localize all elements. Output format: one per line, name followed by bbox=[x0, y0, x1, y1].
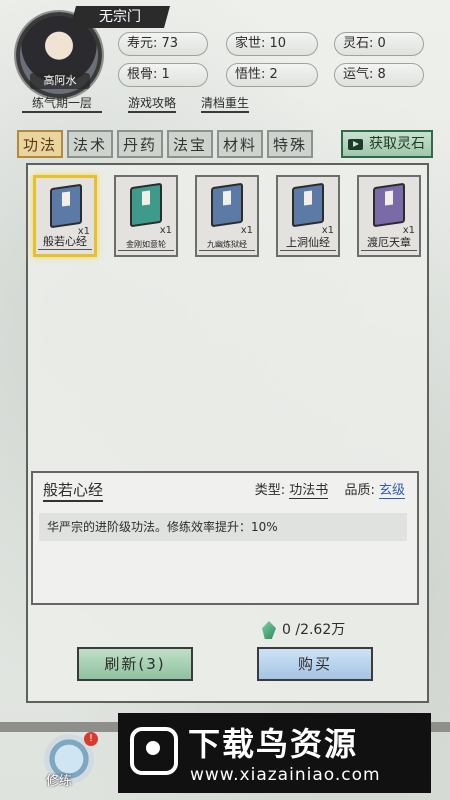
stat-bone: 根骨: 1 bbox=[118, 63, 208, 87]
video-icon bbox=[348, 139, 363, 150]
watermark-title: 下载鸟资源 bbox=[188, 725, 359, 763]
tab-fashu[interactable]: 法术 bbox=[67, 130, 113, 158]
stat-lifespan: 寿元: 73 bbox=[118, 32, 208, 56]
book-icon bbox=[292, 182, 324, 228]
item-slot[interactable]: x1 般若心经 bbox=[33, 175, 97, 257]
purchase-cost: 0 /2.62万 bbox=[262, 620, 345, 640]
stat-spirit-stones: 灵石: 0 bbox=[334, 32, 424, 56]
watermark: 下载鸟资源 www.xiazainiao.com bbox=[118, 713, 431, 793]
item-slot[interactable]: x1 上洞仙经 bbox=[276, 175, 340, 257]
tab-gongfa[interactable]: 功法 bbox=[17, 130, 63, 158]
refresh-button[interactable]: 刷新(3) bbox=[77, 647, 193, 681]
item-name: 渡厄天章 bbox=[361, 234, 417, 251]
item-name: 九幽炼狱经 bbox=[199, 239, 255, 251]
header: 无宗门 高阿水 练气期一层 寿元: 73 家世: 10 灵石: 0 根骨: 1 … bbox=[0, 0, 450, 120]
item-quantity: x1 bbox=[240, 225, 253, 236]
category-tabs: 功法 法术 丹药 法宝 材料 特殊 bbox=[17, 130, 313, 158]
quality-label: 品质: bbox=[344, 483, 375, 498]
item-quantity: x1 bbox=[159, 225, 172, 236]
tab-cailiao[interactable]: 材料 bbox=[217, 130, 263, 158]
player-name: 高阿水 bbox=[30, 73, 90, 89]
cost-value: 0 /2.62万 bbox=[282, 622, 346, 638]
reset-save-link[interactable]: 清档重生 bbox=[201, 94, 250, 113]
item-grid: x1 般若心经 x1 金刚如意轮 x1 九幽炼狱经 x1 上洞仙经 x1 渡厄天… bbox=[33, 175, 423, 263]
notification-badge: ! bbox=[84, 732, 98, 746]
item-name: 金刚如意轮 bbox=[118, 239, 174, 251]
tab-fabao[interactable]: 法宝 bbox=[167, 130, 213, 158]
spirit-stone-icon bbox=[262, 621, 276, 639]
sect-name: 无宗门 bbox=[70, 6, 170, 28]
item-name: 上洞仙经 bbox=[280, 234, 336, 251]
watermark-logo-icon bbox=[130, 727, 178, 775]
stat-family: 家世: 10 bbox=[226, 32, 318, 56]
type-value: 功法书 bbox=[289, 483, 329, 499]
book-icon bbox=[130, 182, 162, 228]
tab-teshu[interactable]: 特殊 bbox=[267, 130, 313, 158]
item-slot[interactable]: x1 九幽炼狱经 bbox=[195, 175, 259, 257]
tab-danyao[interactable]: 丹药 bbox=[117, 130, 163, 158]
game-guide-link[interactable]: 游戏攻略 bbox=[128, 94, 177, 113]
item-slot[interactable]: x1 金刚如意轮 bbox=[114, 175, 178, 257]
stat-comprehension: 悟性: 2 bbox=[226, 63, 318, 87]
stat-luck: 运气: 8 bbox=[334, 63, 424, 87]
detail-description: 华严宗的进阶级功法。修练效率提升：10% bbox=[39, 513, 407, 541]
item-slot[interactable]: x1 渡厄天章 bbox=[357, 175, 421, 257]
quality-value: 玄级 bbox=[378, 483, 405, 499]
item-name: 般若心经 bbox=[38, 233, 92, 250]
book-icon bbox=[50, 183, 82, 229]
item-detail-panel: 般若心经 类型: 功法书 品质: 玄级 华严宗的进阶级功法。修练效率提升：10% bbox=[31, 471, 419, 605]
buy-button[interactable]: 购买 bbox=[257, 647, 373, 681]
type-label: 类型: bbox=[254, 483, 286, 498]
watermark-url: www.xiazainiao.com bbox=[190, 765, 381, 785]
detail-title: 般若心经 bbox=[43, 479, 104, 502]
get-spirit-stones-label: 获取灵石 bbox=[369, 136, 425, 152]
book-icon bbox=[373, 182, 405, 228]
book-icon bbox=[211, 182, 243, 228]
get-spirit-stones-button[interactable]: 获取灵石 bbox=[341, 130, 433, 158]
cultivation-realm: 练气期一层 bbox=[22, 94, 102, 113]
cultivate-label[interactable]: 修练 bbox=[46, 770, 72, 789]
detail-meta: 类型: 功法书 品质: 玄级 bbox=[254, 479, 405, 499]
